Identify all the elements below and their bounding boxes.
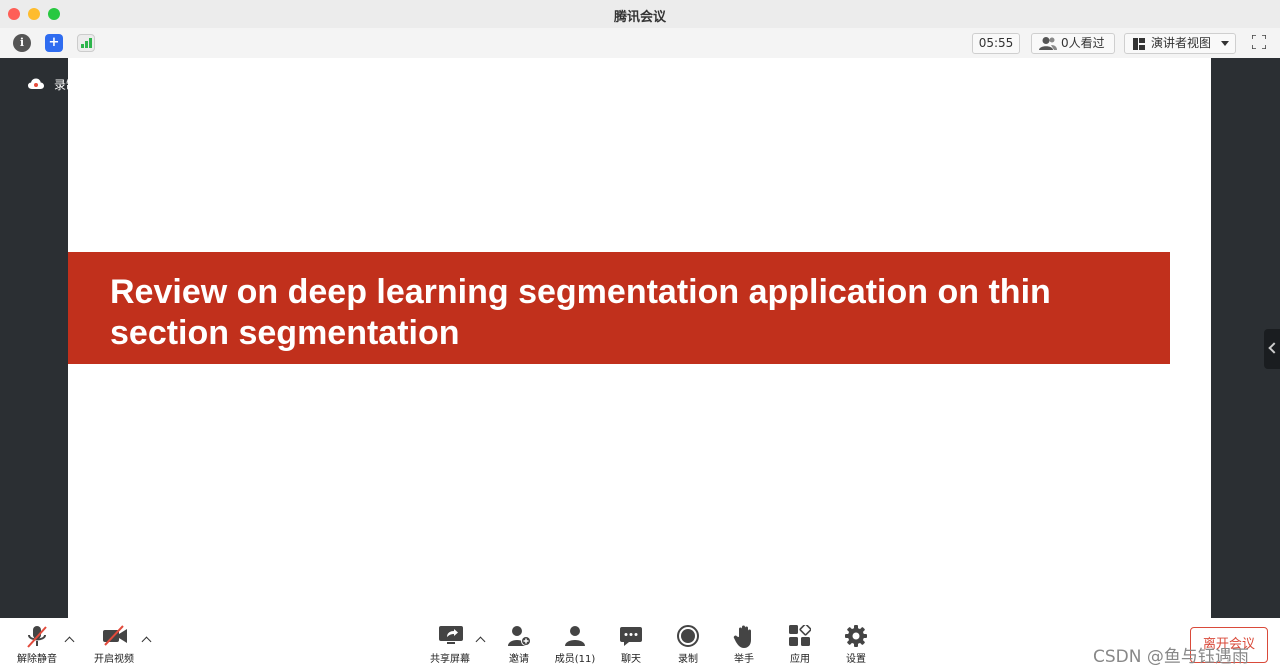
- start-video-label: 开启视频: [94, 654, 134, 665]
- layout-mode-label: 演讲者视图: [1151, 36, 1212, 50]
- chevron-up-icon[interactable]: [141, 636, 152, 647]
- share-screen-icon: [439, 626, 463, 644]
- add-person-icon: [508, 626, 531, 646]
- layout-icon: [1133, 38, 1145, 50]
- person-icon: [565, 626, 585, 646]
- record-label: 录制: [678, 654, 698, 665]
- security-shield-icon[interactable]: [45, 34, 63, 52]
- camera-off-icon: [103, 625, 127, 646]
- apps-button[interactable]: 应用: [781, 618, 819, 671]
- invite-button[interactable]: 邀请: [500, 618, 538, 671]
- share-screen-button[interactable]: 共享屏幕: [425, 618, 475, 671]
- members-button[interactable]: 成员(11): [552, 618, 598, 671]
- viewers-button[interactable]: 0人看过: [1031, 33, 1115, 54]
- raise-hand-label: 举手: [734, 654, 754, 665]
- start-video-button[interactable]: 开启视频: [88, 618, 140, 671]
- chat-bubble-icon: [620, 627, 642, 646]
- chevron-up-icon[interactable]: [64, 636, 75, 647]
- chevron-down-icon: [1221, 41, 1229, 46]
- share-screen-label: 共享屏幕: [430, 654, 470, 665]
- unmute-button[interactable]: 解除静音: [10, 618, 64, 671]
- recording-label: 录制中: [54, 78, 91, 92]
- fullscreen-icon[interactable]: [1252, 35, 1266, 49]
- slide-title-banner: Review on deep learning segmentation app…: [68, 252, 1170, 364]
- chat-label: 聊天: [621, 654, 641, 665]
- record-icon: [677, 625, 699, 647]
- microphone-muted-icon: [27, 626, 47, 648]
- meeting-timer: 05:55: [972, 33, 1020, 54]
- raise-hand-button[interactable]: 举手: [725, 618, 763, 671]
- viewers-count: 0人看过: [1061, 36, 1105, 50]
- apps-grid-icon: [789, 625, 811, 646]
- members-label: 成员(11): [554, 654, 596, 665]
- chevron-up-icon[interactable]: [475, 636, 486, 647]
- people-icon: [1039, 37, 1057, 50]
- bottom-toolbar: 解除静音 开启视频 共享屏幕 邀请 成员(11) 聊天 录制 举手 应用 设置: [0, 618, 1280, 671]
- unmute-label: 解除静音: [17, 654, 57, 665]
- settings-label: 设置: [846, 654, 866, 665]
- top-toolbar: i 05:55 0人看过 演讲者视图: [0, 28, 1280, 59]
- chat-button[interactable]: 聊天: [612, 618, 650, 671]
- record-button[interactable]: 录制: [669, 618, 707, 671]
- network-signal-icon[interactable]: [77, 34, 95, 52]
- apps-label: 应用: [790, 654, 810, 665]
- slide-title: Review on deep learning segmentation app…: [110, 273, 1051, 352]
- invite-label: 邀请: [509, 654, 529, 665]
- cloud-recording-icon: [28, 78, 44, 89]
- settings-button[interactable]: 设置: [837, 618, 875, 671]
- side-panel-toggle[interactable]: [1264, 329, 1280, 369]
- window-title: 腾讯会议: [613, 10, 666, 25]
- gear-icon: [845, 625, 867, 647]
- watermark-text: CSDN @鱼与钰遇雨: [1093, 647, 1249, 667]
- layout-mode-dropdown[interactable]: 演讲者视图: [1124, 33, 1236, 54]
- title-bar: 腾讯会议: [0, 0, 1280, 28]
- hand-icon: [733, 625, 751, 648]
- info-icon[interactable]: i: [13, 34, 31, 52]
